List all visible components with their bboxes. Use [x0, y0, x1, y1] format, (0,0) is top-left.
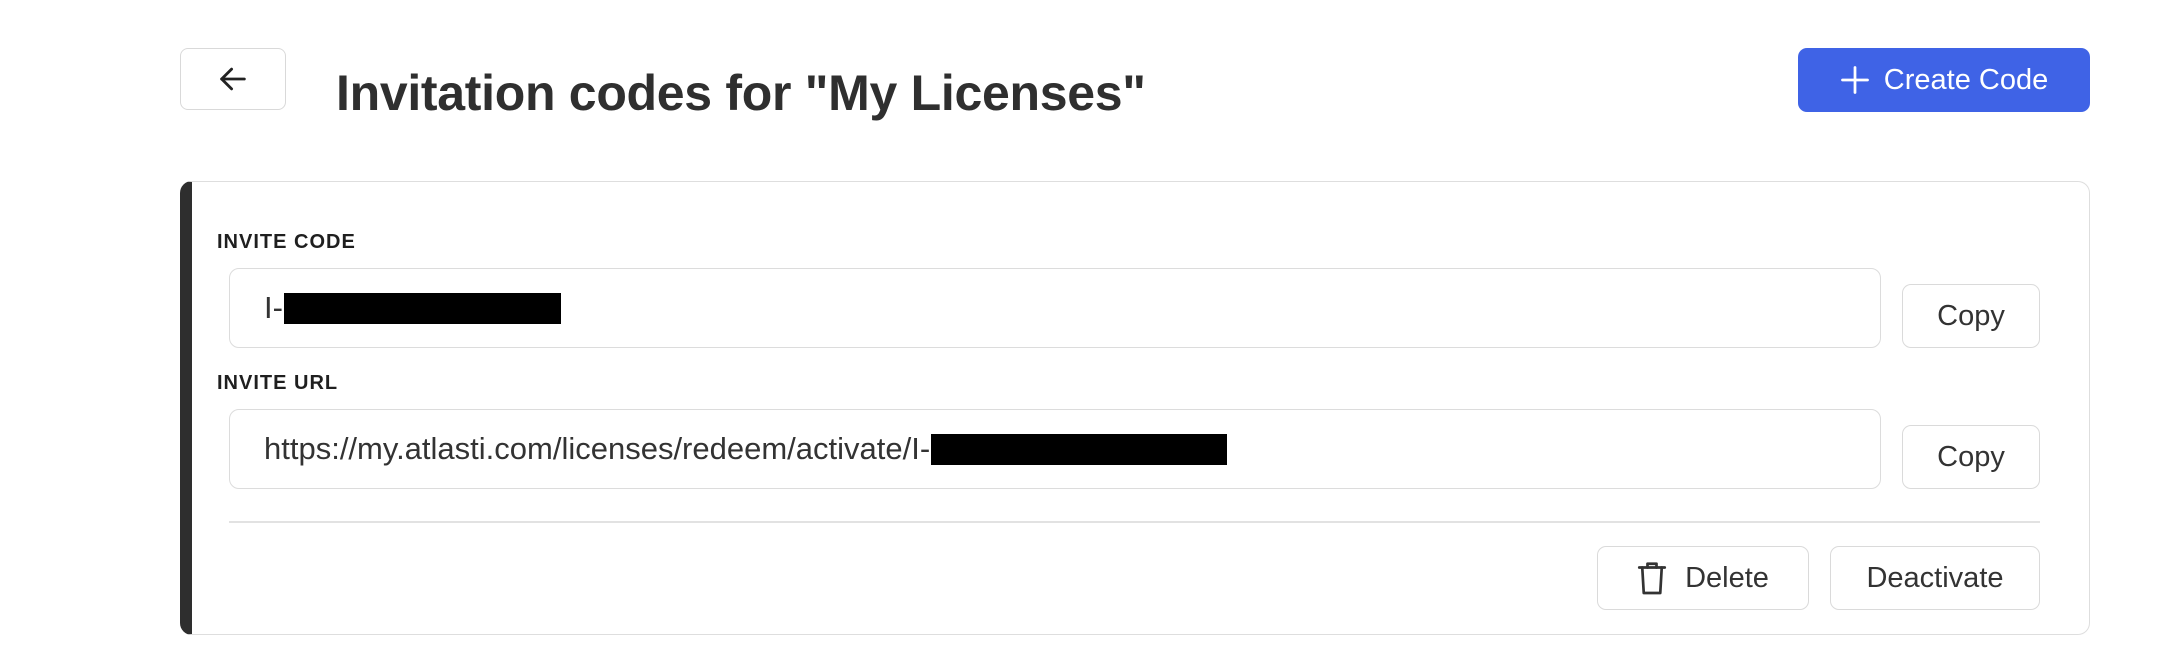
delete-label: Delete — [1685, 561, 1769, 594]
copy-url-button[interactable]: Copy — [1902, 425, 2040, 489]
divider — [229, 521, 2040, 523]
invite-url-field[interactable]: https://my.atlasti.com/licenses/redeem/a… — [229, 409, 1881, 489]
deactivate-button[interactable]: Deactivate — [1830, 546, 2040, 610]
invite-url-value: https://my.atlasti.com/licenses/redeem/a… — [264, 431, 931, 466]
invite-code-label: INVITE CODE — [217, 231, 356, 253]
invite-url-label: INVITE URL — [217, 372, 339, 394]
create-code-label: Create Code — [1883, 63, 2049, 96]
plus-icon — [1840, 66, 1869, 94]
redaction-bar — [283, 292, 561, 324]
arrow-left-icon — [220, 67, 246, 91]
invite-code-field[interactable]: I- — [229, 268, 1881, 348]
redaction-bar — [931, 433, 1228, 465]
delete-button[interactable]: Delete — [1597, 546, 1809, 610]
copy-code-button[interactable]: Copy — [1902, 284, 2040, 348]
invitation-codes-page: Invitation codes for "My Licenses" Creat… — [0, 0, 2182, 654]
page-title: Invitation codes for "My Licenses" — [336, 65, 1146, 121]
trash-icon — [1637, 562, 1667, 595]
back-button[interactable] — [180, 48, 286, 110]
invite-code-value: I- — [264, 290, 283, 325]
create-code-button[interactable]: Create Code — [1798, 48, 2090, 112]
